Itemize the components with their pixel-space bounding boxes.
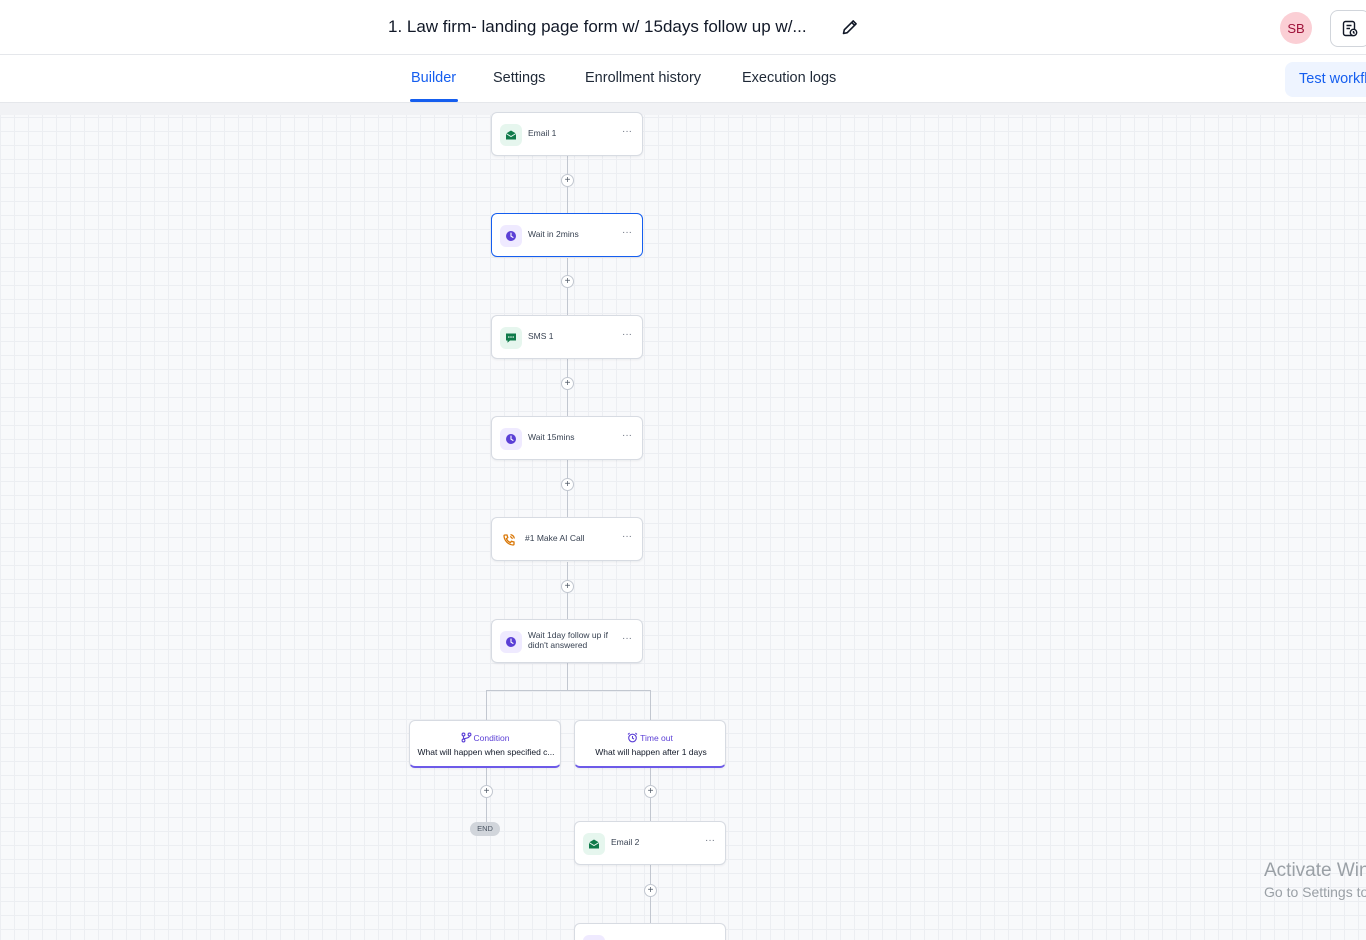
node-label: Email 1 — [528, 128, 557, 138]
watermark-line-2: Go to Settings to activate Windows. — [1264, 884, 1366, 900]
edit-title-button[interactable] — [840, 17, 860, 37]
workflow-node-wait-1day[interactable]: Wait 1day follow up if didn't answered ·… — [491, 619, 643, 663]
sms-icon — [500, 327, 522, 349]
node-menu-button[interactable]: ··· — [622, 633, 632, 644]
phone-call-icon — [499, 529, 519, 551]
node-menu-button[interactable]: ··· — [622, 227, 632, 238]
branch-title-text: Time out — [640, 733, 673, 743]
tabs-bar: Builder Settings Enrollment history Exec… — [0, 55, 1366, 103]
canvas-top-band — [0, 103, 1366, 115]
node-label: #1 Make AI Call — [525, 533, 585, 543]
connector-line — [650, 690, 651, 720]
add-step-button[interactable]: + — [480, 785, 493, 798]
test-workflow-button[interactable]: Test workflow — [1285, 62, 1366, 97]
node-menu-button[interactable]: ··· — [622, 531, 632, 542]
top-header: 1. Law firm- landing page form w/ 15days… — [0, 0, 1366, 55]
notes-icon — [1342, 20, 1358, 36]
avatar[interactable]: SB — [1280, 12, 1312, 44]
workflow-node-sms-1[interactable]: SMS 1 ··· — [491, 315, 643, 359]
add-step-button[interactable]: + — [561, 377, 574, 390]
node-menu-button[interactable]: ··· — [705, 835, 715, 846]
branch-time-out[interactable]: Time out What will happen after 1 days — [574, 720, 726, 768]
workflow-node-email-1[interactable]: Email 1 ··· — [491, 112, 643, 156]
branch-condition[interactable]: Condition What will happen when specifie… — [409, 720, 561, 768]
end-badge: END — [470, 822, 500, 836]
node-menu-button[interactable]: ··· — [622, 329, 632, 340]
watermark-line-1: Activate Windows — [1264, 860, 1366, 881]
clock-icon — [500, 631, 522, 653]
add-step-button[interactable]: + — [561, 174, 574, 187]
workflow-node-wait-15mins[interactable]: Wait 15mins ··· — [491, 416, 643, 460]
branch-description: What will happen after 1 days — [595, 747, 707, 757]
branch-icon — [461, 732, 471, 743]
workflow-node-next[interactable] — [574, 923, 726, 940]
tab-builder[interactable]: Builder — [411, 70, 456, 86]
add-step-button[interactable]: + — [644, 785, 657, 798]
node-label: Wait 15mins — [528, 432, 575, 442]
clock-icon — [500, 225, 522, 247]
tab-execution-logs[interactable]: Execution logs — [742, 70, 836, 86]
tab-settings[interactable]: Settings — [493, 70, 545, 86]
email-icon — [500, 124, 522, 146]
workflow-canvas[interactable]: Email 1 ··· + Wait in 2mins ··· + SMS 1 … — [0, 103, 1366, 940]
add-step-button[interactable]: + — [561, 580, 574, 593]
active-tab-indicator — [410, 99, 458, 102]
add-step-button[interactable]: + — [561, 478, 574, 491]
node-label: Email 2 — [611, 837, 640, 847]
alarm-clock-icon — [627, 732, 638, 743]
workflow-node-email-2[interactable]: Email 2 ··· — [574, 821, 726, 865]
activate-windows-watermark: Activate Windows Go to Settings to activ… — [1264, 860, 1366, 900]
node-menu-button[interactable]: ··· — [622, 430, 632, 441]
add-step-button[interactable]: + — [561, 275, 574, 288]
branch-title: Time out — [575, 732, 725, 743]
pencil-icon — [842, 20, 857, 35]
notes-button[interactable] — [1330, 10, 1366, 47]
tab-enrollment-history[interactable]: Enrollment history — [585, 70, 701, 86]
workflow-node-make-ai-call[interactable]: #1 Make AI Call ··· — [491, 517, 643, 561]
connector-line — [567, 663, 568, 691]
add-step-button[interactable]: + — [644, 884, 657, 897]
branch-description: What will happen when specified c... — [417, 747, 555, 757]
node-label: SMS 1 — [528, 331, 554, 341]
node-label: Wait in 2mins — [528, 229, 579, 239]
node-menu-button[interactable]: ··· — [622, 126, 632, 137]
node-label: Wait 1day follow up if didn't answered — [528, 630, 608, 650]
email-icon — [583, 833, 605, 855]
workflow-title: 1. Law firm- landing page form w/ 15days… — [388, 17, 807, 36]
connector-line — [486, 690, 487, 720]
clock-icon — [583, 935, 605, 940]
branch-title: Condition — [410, 732, 560, 743]
clock-icon — [500, 428, 522, 450]
branch-split-line — [486, 690, 650, 691]
branch-title-text: Condition — [473, 733, 510, 743]
workflow-node-wait-2mins[interactable]: Wait in 2mins ··· — [491, 213, 643, 257]
